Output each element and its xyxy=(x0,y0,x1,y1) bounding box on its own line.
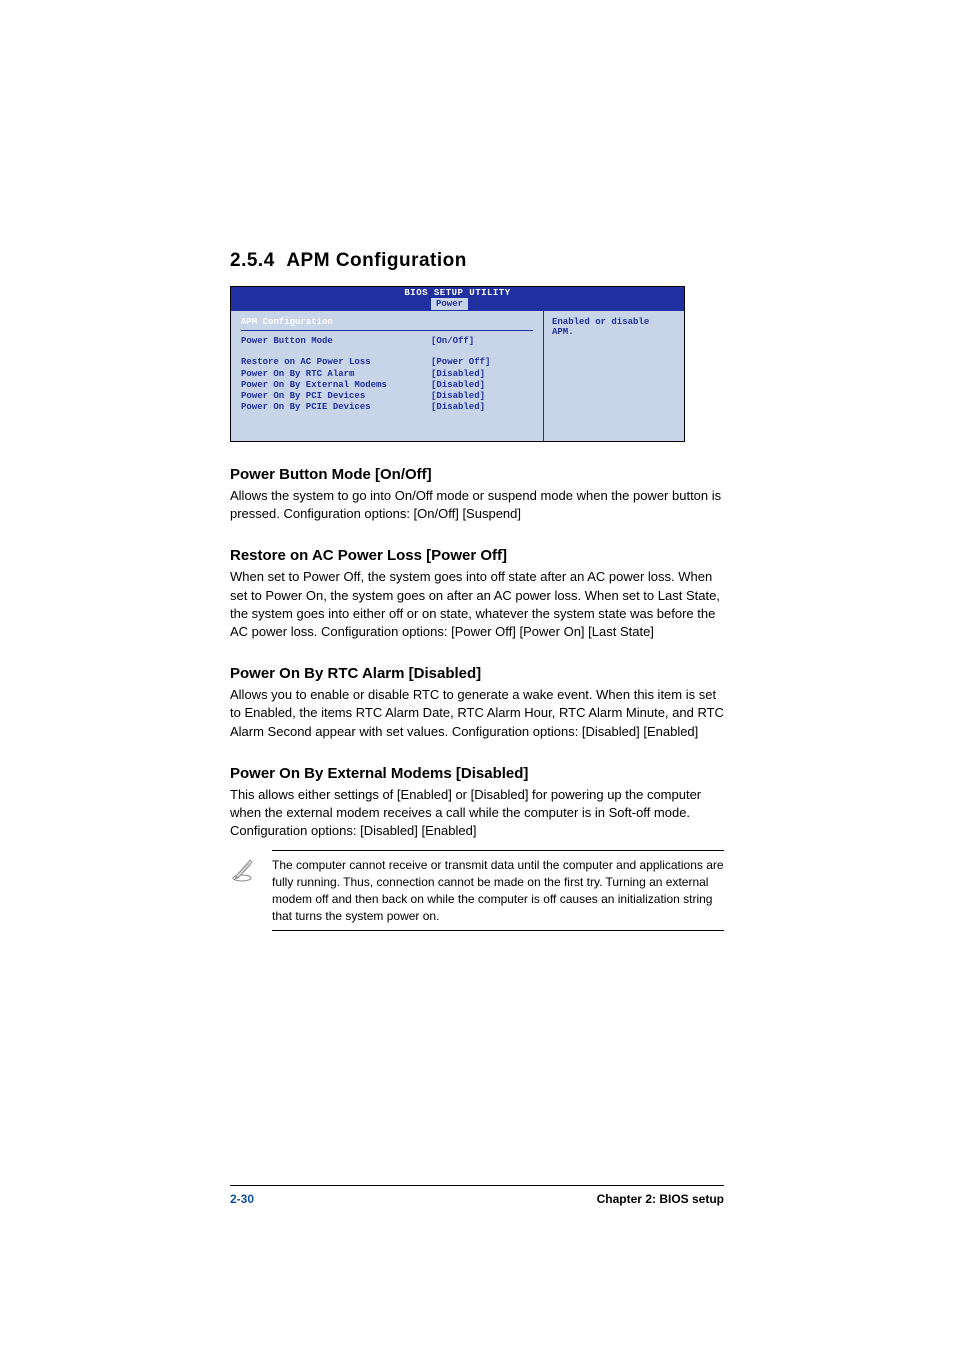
bios-setting-row: Power On By PCI Devices [Disabled] xyxy=(241,391,533,402)
bios-setting-value: [Disabled] xyxy=(431,369,533,380)
description-title: Power On By RTC Alarm [Disabled] xyxy=(230,665,724,682)
section-heading: 2.5.4 APM Configuration xyxy=(230,250,724,272)
bios-tab-power: Power xyxy=(431,298,468,310)
bios-setting-label: Power Button Mode xyxy=(241,336,431,347)
bios-setting-label: Power On By PCI Devices xyxy=(241,391,431,402)
description-text: This allows either settings of [Enabled]… xyxy=(230,786,724,841)
description-text: When set to Power Off, the system goes i… xyxy=(230,568,724,641)
bios-setting-label: Power On By RTC Alarm xyxy=(241,369,431,380)
bios-setting-row: Power On By PCIE Devices [Disabled] xyxy=(241,402,533,413)
description-title: Restore on AC Power Loss [Power Off] xyxy=(230,547,724,564)
description-block: Power On By External Modems [Disabled] T… xyxy=(230,765,724,841)
bios-settings-panel: APM Configuration Power Button Mode [On/… xyxy=(231,311,544,441)
bios-tab-bar: Power xyxy=(231,299,684,311)
bios-setting-value: [Disabled] xyxy=(431,380,533,391)
bios-setting-label: Restore on AC Power Loss xyxy=(241,357,431,368)
note-block: The computer cannot receive or transmit … xyxy=(230,850,724,931)
description-block: Restore on AC Power Loss [Power Off] Whe… xyxy=(230,547,724,641)
bios-setting-label: Power On By PCIE Devices xyxy=(241,402,431,413)
note-icon xyxy=(230,850,258,889)
bios-setting-label: Power On By External Modems xyxy=(241,380,431,391)
bios-setting-value: [Disabled] xyxy=(431,391,533,402)
bios-setting-value: [On/Off] xyxy=(431,336,533,347)
description-text: Allows you to enable or disable RTC to g… xyxy=(230,686,724,741)
bios-setting-row: Restore on AC Power Loss [Power Off] xyxy=(241,357,533,368)
bios-setting-value: [Disabled] xyxy=(431,402,533,413)
chapter-label: Chapter 2: BIOS setup xyxy=(597,1192,724,1206)
description-block: Power Button Mode [On/Off] Allows the sy… xyxy=(230,466,724,523)
description-title: Power Button Mode [On/Off] xyxy=(230,466,724,483)
bios-help-text: Enabled or disable APM. xyxy=(552,317,676,337)
page-number: 2-30 xyxy=(230,1192,254,1206)
bios-screenshot: BIOS SETUP UTILITY Power APM Configurati… xyxy=(230,286,685,442)
bios-setting-row: Power Button Mode [On/Off] xyxy=(241,336,533,347)
description-text: Allows the system to go into On/Off mode… xyxy=(230,487,724,523)
bios-help-panel: Enabled or disable APM. xyxy=(544,311,684,441)
description-title: Power On By External Modems [Disabled] xyxy=(230,765,724,782)
page-footer: 2-30 Chapter 2: BIOS setup xyxy=(230,1185,724,1206)
section-number: 2.5.4 xyxy=(230,250,275,271)
bios-setting-row: Power On By External Modems [Disabled] xyxy=(241,380,533,391)
section-title-text: APM Configuration xyxy=(286,250,467,271)
bios-setting-value: [Power Off] xyxy=(431,357,533,368)
bios-panel-title: APM Configuration xyxy=(241,317,533,331)
note-text: The computer cannot receive or transmit … xyxy=(272,850,724,931)
bios-setting-row: Power On By RTC Alarm [Disabled] xyxy=(241,369,533,380)
description-block: Power On By RTC Alarm [Disabled] Allows … xyxy=(230,665,724,741)
